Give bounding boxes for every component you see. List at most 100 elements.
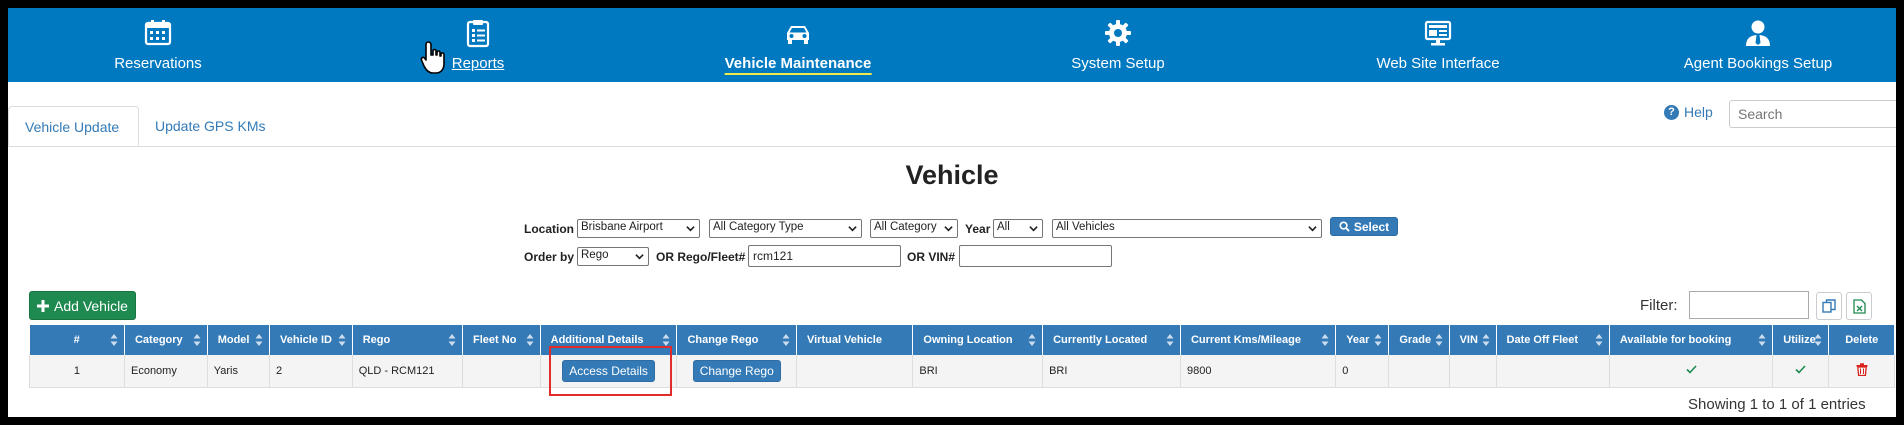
col-grade[interactable]: Grade <box>1388 325 1450 355</box>
col-model[interactable]: Model <box>207 325 271 355</box>
col-utilize-label: Utilize <box>1783 334 1816 346</box>
help-label: Help <box>1684 104 1713 120</box>
col-year[interactable]: Year <box>1335 325 1390 355</box>
col-rego-label: Rego <box>362 334 391 346</box>
chevron-down-icon <box>1029 226 1038 232</box>
col-current-kms[interactable]: Current Kms/Mileage <box>1180 325 1337 355</box>
sort-icon <box>1028 334 1036 346</box>
cell-currently-located: BRI <box>1042 355 1181 388</box>
tab-vehicle-update[interactable]: Vehicle Update <box>8 106 139 146</box>
check-icon[interactable] <box>1686 365 1697 374</box>
col-virtual-vehicle: Virtual Vehicle <box>796 325 914 355</box>
hand-cursor-icon <box>420 41 445 74</box>
col-number[interactable]: # <box>29 325 125 355</box>
check-icon[interactable] <box>1795 365 1806 374</box>
filter-label: Filter: <box>1640 297 1678 314</box>
category-type-select[interactable]: All Category Type <box>709 219 862 238</box>
copy-icon <box>1822 299 1836 313</box>
sort-icon <box>1374 334 1382 346</box>
sort-icon <box>110 334 118 346</box>
filter-input[interactable] <box>1689 291 1809 319</box>
location-select[interactable]: Brisbane Airport <box>577 219 700 238</box>
highlight-box <box>549 346 672 396</box>
cell-number: 1 <box>29 355 125 388</box>
location-label: Location <box>524 222 574 236</box>
clipboard-list-icon <box>466 20 490 48</box>
vin-input[interactable] <box>959 245 1112 267</box>
order-by-select[interactable]: Rego <box>577 247 649 266</box>
category-type-value: All Category Type <box>713 221 804 233</box>
chevron-down-icon <box>848 226 857 232</box>
nav-agent-bookings-setup-label: Agent Bookings Setup <box>1683 55 1833 72</box>
category-value: All Category <box>874 221 937 233</box>
cell-change-rego: Change Rego <box>676 355 797 388</box>
col-vin[interactable]: VIN <box>1449 325 1497 355</box>
select-button-label: Select <box>1353 219 1390 234</box>
vehicles-table: # Category Model Vehicle ID Rego Fleet N… <box>29 325 1895 388</box>
add-vehicle-label: Add Vehicle <box>54 297 128 314</box>
question-circle-icon: ? <box>1664 104 1679 120</box>
sort-icon <box>1435 334 1443 346</box>
cell-vehicle-id: 2 <box>269 355 353 388</box>
rego-fleet-input[interactable] <box>748 245 901 267</box>
year-select[interactable]: All <box>993 219 1043 238</box>
add-vehicle-button[interactable]: Add Vehicle <box>29 291 136 320</box>
copy-button[interactable] <box>1816 292 1842 320</box>
cell-current-kms: 9800 <box>1180 355 1337 388</box>
col-date-off-fleet[interactable]: Date Off Fleet <box>1496 325 1610 355</box>
col-vehicle-id[interactable]: Vehicle ID <box>269 325 353 355</box>
vehicles-value: All Vehicles <box>1056 221 1115 233</box>
sort-icon <box>448 334 456 346</box>
year-value: All <box>997 221 1010 233</box>
export-excel-button[interactable] <box>1846 292 1872 320</box>
change-rego-button[interactable]: Change Rego <box>692 359 781 382</box>
sort-icon <box>1166 334 1174 346</box>
nav-web-site-interface-label: Web Site Interface <box>1376 55 1500 72</box>
col-virtual-vehicle-label: Virtual Vehicle <box>806 334 882 346</box>
nav-reservations-label: Reservations <box>114 55 202 72</box>
trash-icon[interactable] <box>1856 363 1868 376</box>
col-utilize[interactable]: Utilize <box>1772 325 1830 355</box>
select-button[interactable]: Select <box>1330 217 1398 236</box>
col-date-off-fleet-label: Date Off Fleet <box>1506 334 1579 346</box>
col-currently-located[interactable]: Currently Located <box>1042 325 1181 355</box>
app-frame: Reservations Reports Vehicle Maintenance <box>8 8 1896 417</box>
order-by-value: Rego <box>581 249 609 261</box>
search-input[interactable] <box>1729 100 1896 128</box>
sort-icon <box>526 334 534 346</box>
cell-category: Economy <box>124 355 208 388</box>
sort-icon <box>782 334 790 346</box>
plus-icon <box>37 299 50 312</box>
chevron-down-icon <box>944 226 953 232</box>
col-category[interactable]: Category <box>124 325 208 355</box>
col-owning-location[interactable]: Owning Location <box>912 325 1044 355</box>
cell-year: 0 <box>1335 355 1390 388</box>
top-nav: Reservations Reports Vehicle Maintenance <box>8 8 1896 82</box>
col-additional-details-label: Additional Details <box>550 334 644 346</box>
col-fleet-no[interactable]: Fleet No <box>462 325 541 355</box>
cell-virtual-vehicle <box>796 355 914 388</box>
col-model-label: Model <box>217 334 250 346</box>
sort-icon <box>193 334 201 346</box>
page-title: Vehicle <box>905 160 999 190</box>
col-available-for-booking-label: Available for booking <box>1619 334 1732 346</box>
sort-icon <box>1595 334 1603 346</box>
monitor-icon <box>1424 20 1452 46</box>
cell-owning-location: BRI <box>912 355 1044 388</box>
col-rego[interactable]: Rego <box>352 325 464 355</box>
col-category-label: Category <box>134 334 183 346</box>
col-available-for-booking[interactable]: Available for booking <box>1609 325 1774 355</box>
col-change-rego[interactable]: Change Rego <box>676 325 797 355</box>
nav-reports-label: Reports <box>451 55 505 72</box>
sort-icon <box>662 334 670 346</box>
sort-icon <box>1482 334 1490 346</box>
category-select[interactable]: All Category <box>870 219 958 238</box>
cell-rego[interactable]: QLD - RCM121 <box>352 355 464 388</box>
col-vin-label: VIN <box>1459 334 1478 346</box>
tab-update-gps-kms[interactable]: Update GPS KMs <box>139 106 289 146</box>
vehicles-select[interactable]: All Vehicles <box>1052 219 1322 238</box>
year-label: Year <box>965 222 991 236</box>
col-current-kms-label: Current Kms/Mileage <box>1190 334 1301 346</box>
help-link[interactable]: ? Help <box>1664 104 1713 120</box>
cell-available-for-booking <box>1609 355 1774 388</box>
